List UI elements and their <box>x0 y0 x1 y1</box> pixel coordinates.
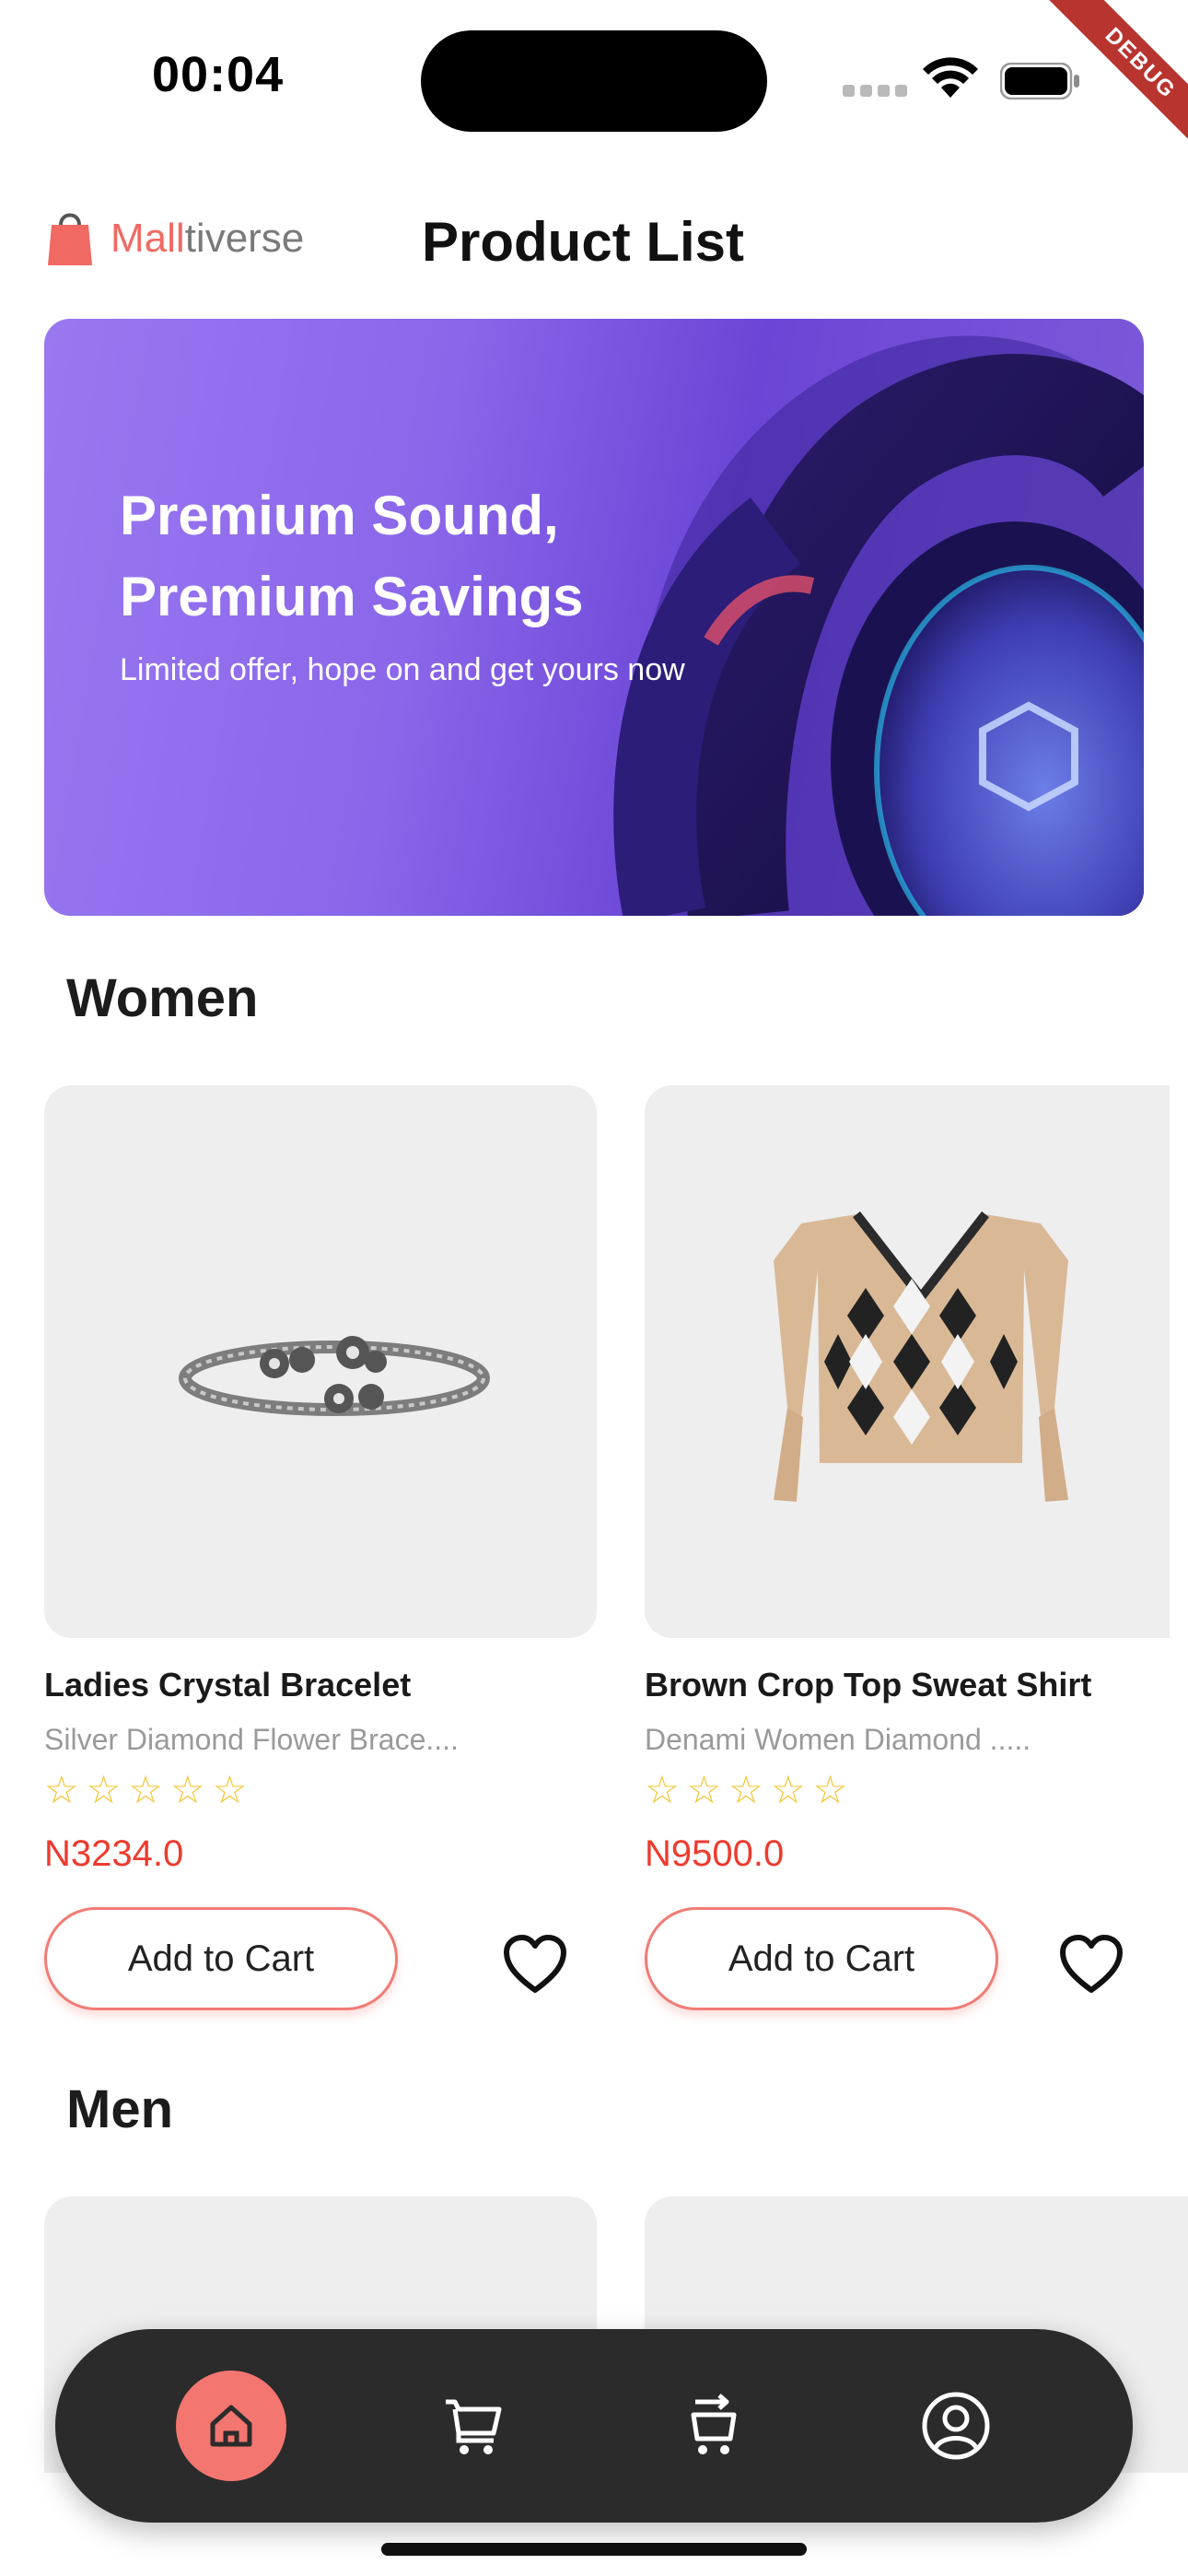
product-description: Silver Diamond Flower Brace.... <box>44 1723 459 1756</box>
banner-headline-line1: Premium Sound, <box>120 485 559 546</box>
product-card[interactable]: Ladies Crystal Bracelet Silver Diamond F… <box>44 1085 615 2025</box>
product-price: N9500.0 <box>645 1833 785 1874</box>
logo-text-rest: tiverse <box>184 216 305 261</box>
product-name[interactable]: Ladies Crystal Bracelet <box>44 1666 411 1704</box>
home-indicator[interactable] <box>381 2543 807 2556</box>
bracelet-image <box>179 1336 490 1416</box>
sweatshirt-image <box>774 1211 1068 1502</box>
rating-stars: ☆☆☆☆☆ <box>44 1768 255 1811</box>
profile-icon <box>922 2392 990 2460</box>
cart-icon <box>446 2399 502 2454</box>
product-description: Denami Women Diamond ..... <box>645 1723 1031 1756</box>
add-to-cart-button[interactable]: Add to Cart <box>645 1907 998 2010</box>
dynamic-island <box>421 30 767 132</box>
nav-cart[interactable] <box>418 2371 529 2481</box>
product-card[interactable]: Brown Crop Top Sweat Shirt Denami Women … <box>645 1085 1170 2025</box>
bottom-nav <box>55 2329 1133 2523</box>
logo-text: Malltiverse <box>111 216 304 262</box>
status-time: 00:04 <box>152 47 285 102</box>
cellular-signal-icon <box>843 85 907 98</box>
shopping-bag-icon <box>48 213 92 265</box>
logo-text-brand: Mall <box>111 216 185 261</box>
product-price: N3234.0 <box>44 1833 184 1874</box>
banner-headline: Premium Sound, Premium Savings <box>120 475 764 638</box>
checkout-icon <box>691 2394 737 2454</box>
product-image[interactable] <box>645 1085 1170 1638</box>
promo-banner[interactable]: Premium Sound, Premium Savings Limited o… <box>44 319 1144 916</box>
home-icon <box>210 2405 252 2447</box>
heart-icon[interactable] <box>503 1935 567 1994</box>
nav-home[interactable] <box>176 2371 286 2481</box>
page-title: Product List <box>422 211 745 273</box>
app-logo[interactable]: Malltiverse <box>46 201 322 271</box>
nav-checkout[interactable] <box>658 2371 769 2481</box>
wifi-icon <box>921 57 980 100</box>
add-to-cart-button[interactable]: Add to Cart <box>44 1907 398 2010</box>
debug-label: DEBUG <box>1042 0 1188 157</box>
banner-headline-line2: Premium Savings <box>120 566 584 627</box>
section-title-men: Men <box>66 2079 173 2139</box>
heart-icon[interactable] <box>1059 1935 1124 1994</box>
debug-banner: DEBUG <box>1031 0 1188 157</box>
product-image[interactable] <box>44 1085 597 1638</box>
rating-stars: ☆☆☆☆☆ <box>645 1768 856 1811</box>
nav-profile[interactable] <box>901 2371 1011 2481</box>
section-title-women: Women <box>66 968 259 1028</box>
banner-subtitle: Limited offer, hope on and get yours now <box>120 652 685 687</box>
product-name[interactable]: Brown Crop Top Sweat Shirt <box>645 1666 1091 1704</box>
